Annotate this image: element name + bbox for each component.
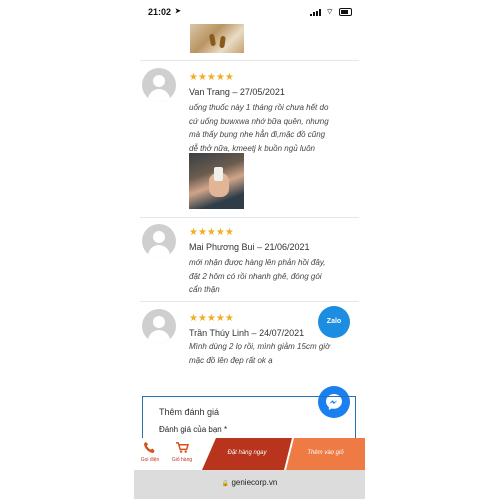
- star-rating: ★★★★★: [189, 227, 234, 238]
- status-time: 21:02: [148, 7, 172, 17]
- location-icon: ➤: [175, 8, 181, 15]
- comment-line: mà thấy bụng nhe hẳn đi,mặc đồ cũng: [189, 130, 326, 139]
- avatar: [142, 224, 176, 258]
- call-button[interactable]: Gọi điện: [134, 438, 166, 470]
- phone-icon: [143, 441, 155, 454]
- comment-line: mặc đồ lên đẹp rất ok ạ: [189, 355, 273, 365]
- zalo-label: Zalo: [326, 318, 342, 325]
- review-meta: Mai Phương Bui – 21/06/2021: [189, 242, 310, 252]
- review-photo[interactable]: [189, 153, 244, 209]
- review-comment: mới nhận được hàng lên phản hồi đây, đặt…: [189, 256, 349, 297]
- review-meta: Trần Thúy Linh – 24/07/2021: [189, 328, 305, 338]
- cart-icon: [175, 442, 189, 453]
- comment-line: đặt 2 hôm có rồi nhanh ghê, đóng gói: [189, 271, 322, 281]
- lock-icon: 🔒: [221, 481, 230, 487]
- review-comment: Mình dùng 2 lọ rồi, mình giảm 15cm giờ m…: [189, 340, 349, 367]
- divider: [140, 217, 359, 218]
- review-author: Van Trang: [189, 87, 230, 97]
- avatar: [142, 309, 176, 343]
- phone-screen: 21:02 ➤ ⌔ ★★★★★ Van Trang – 27/05/2021 u…: [134, 0, 365, 499]
- url-value: geniecorp.vn: [231, 478, 278, 487]
- review-meta: Van Trang – 27/05/2021: [189, 87, 285, 97]
- order-now-button[interactable]: Đặt hàng ngay: [202, 438, 292, 470]
- divider: [140, 301, 359, 302]
- battery-icon: [339, 8, 352, 16]
- review-comment: uống thuốc này 1 tháng rồi chưa hết do c…: [189, 101, 349, 155]
- status-bar: 21:02 ➤ ⌔: [134, 0, 365, 24]
- add-to-cart-button[interactable]: Thêm vào giỏ: [286, 438, 365, 470]
- signal-icon: [310, 9, 322, 16]
- review-date: 24/07/2021: [259, 328, 305, 338]
- review-author: Trần Thúy Linh: [189, 328, 250, 338]
- wifi-icon: ⌔: [326, 7, 334, 16]
- review-author: Mai Phương Bui: [189, 242, 255, 252]
- review-date: 27/05/2021: [239, 87, 285, 97]
- star-rating: ★★★★★: [189, 72, 234, 83]
- cart-label: Giỏ hàng: [171, 457, 193, 463]
- star-rating: ★★★★★: [189, 313, 234, 324]
- comment-line: cứ uống buwxwa nhớ bữa quên, nhưng: [189, 116, 329, 126]
- rating-label: Đánh giá của bạn *: [159, 425, 228, 434]
- call-label: Gọi điện: [140, 457, 160, 463]
- url-text: 🔒 geniecorp.vn: [134, 478, 365, 487]
- comment-line: Mình dùng 2 lọ rồi, mình giảm 15cm giờ: [189, 342, 330, 351]
- avatar: [142, 68, 176, 102]
- review-date: 21/06/2021: [264, 242, 310, 252]
- comment-line: mới nhận được hàng lên phản hồi đây,: [189, 258, 326, 267]
- comment-line: cẩn thận: [189, 285, 220, 294]
- browser-url-bar[interactable]: 🔒 geniecorp.vn: [134, 470, 365, 499]
- divider: [140, 60, 359, 61]
- cart-button[interactable]: Giỏ hàng: [166, 438, 198, 470]
- comment-line: uống thuốc này 1 tháng rồi chưa hết do: [189, 103, 329, 112]
- add-review-title: Thêm đánh giá: [159, 407, 220, 417]
- order-now-label: Đặt hàng ngay: [227, 450, 267, 456]
- zalo-chat-button[interactable]: Zalo: [318, 306, 350, 338]
- previous-review-photo[interactable]: [190, 24, 244, 53]
- add-to-cart-label: Thêm vào giỏ: [307, 450, 344, 456]
